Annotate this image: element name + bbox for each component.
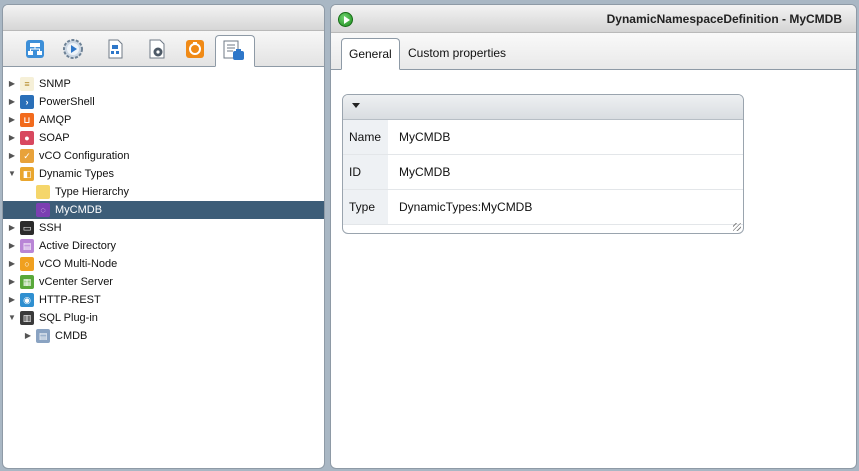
plugin-tree-tab-button[interactable] — [215, 35, 255, 67]
tree-item-label: SNMP — [39, 78, 71, 90]
tree-item-label: MyCMDB — [55, 204, 103, 216]
tab-custom-properties[interactable]: Custom properties — [401, 38, 513, 70]
tree-item-label: Type Hierarchy — [55, 186, 129, 198]
packages-tab-button[interactable] — [103, 37, 127, 61]
expand-right-icon[interactable]: ▶ — [23, 327, 33, 345]
tree-item-label: SSH — [39, 222, 62, 234]
soap-icon: ● — [20, 131, 34, 145]
property-row-id: ID MyCMDB — [343, 155, 743, 190]
expand-right-icon[interactable]: ▶ — [7, 111, 17, 129]
expand-right-icon[interactable]: ▶ — [7, 219, 17, 237]
inventory-panel: ▶ ≡ SNMP ▶ › PowerShell ▶ ⊔ AMQP ▶ ● SOAP ▶ ✓ vCO Conf… — [2, 4, 325, 469]
configuration-tab-button[interactable] — [145, 37, 169, 61]
sql-plugin-icon: ▥ — [20, 311, 34, 325]
property-value: MyCMDB — [399, 165, 451, 179]
expand-down-icon[interactable]: ▼ — [7, 309, 17, 327]
tree-item-type-hierarchy[interactable]: Type Hierarchy — [3, 183, 324, 201]
expand-right-icon[interactable]: ▶ — [7, 273, 17, 291]
tree-item-active-directory[interactable]: ▶ ▤ Active Directory — [3, 237, 324, 255]
tree-item-dynamic-types[interactable]: ▼ ◧ Dynamic Types — [3, 165, 324, 183]
view-toolbar — [3, 31, 324, 67]
run-icon[interactable] — [338, 12, 353, 27]
tree-item-amqp[interactable]: ▶ ⊔ AMQP — [3, 111, 324, 129]
expand-right-icon[interactable]: ▶ — [7, 75, 17, 93]
details-header: DynamicNamespaceDefinition - MyCMDB — [331, 5, 856, 33]
vcenter-icon: ▦ — [20, 275, 34, 289]
inventory-icon — [26, 40, 44, 58]
tree-item-vco-configuration[interactable]: ▶ ✓ vCO Configuration — [3, 147, 324, 165]
plugin-tree-icon — [223, 40, 244, 60]
expand-right-icon[interactable]: ▶ — [7, 129, 17, 147]
vco-config-icon: ✓ — [20, 149, 34, 163]
property-row-type: Type DynamicTypes:MyCMDB — [343, 190, 743, 225]
tree-item-label: AMQP — [39, 114, 72, 126]
tab-general[interactable]: General — [341, 38, 400, 70]
property-key: Name — [343, 120, 388, 154]
property-value: MyCMDB — [399, 130, 451, 144]
tree-item-mycmdb[interactable]: ◌ MyCMDB — [3, 201, 324, 219]
multinode-icon: ○ — [20, 257, 34, 271]
plugin-tree: ▶ ≡ SNMP ▶ › PowerShell ▶ ⊔ AMQP ▶ ● SOAP ▶ ✓ vCO Conf… — [3, 67, 324, 345]
properties-header — [343, 95, 743, 120]
settings-doc-icon — [149, 39, 165, 59]
expand-right-icon[interactable]: ▶ — [7, 255, 17, 273]
database-icon: ▤ — [36, 329, 50, 343]
properties-panel: Name MyCMDB ID MyCMDB Type DynamicTypes:… — [342, 94, 744, 234]
tree-item-label: PowerShell — [39, 96, 95, 108]
snmp-icon: ≡ — [20, 77, 34, 91]
resource-icon — [186, 40, 204, 58]
namespace-icon: ◌ — [36, 203, 50, 217]
tree-item-sql-plug-in[interactable]: ▼ ▥ SQL Plug-in — [3, 309, 324, 327]
tree-item-snmp[interactable]: ▶ ≡ SNMP — [3, 75, 324, 93]
property-row-name: Name MyCMDB — [343, 120, 743, 155]
folder-icon — [36, 185, 50, 199]
tree-item-vco-multi-node[interactable]: ▶ ○ vCO Multi-Node — [3, 255, 324, 273]
details-panel: DynamicNamespaceDefinition - MyCMDB Gene… — [330, 4, 857, 469]
property-value: DynamicTypes:MyCMDB — [399, 200, 533, 214]
inventory-panel-header — [3, 5, 324, 31]
powershell-icon: › — [20, 95, 34, 109]
tree-item-http-rest[interactable]: ▶ ◉ HTTP-REST — [3, 291, 324, 309]
tree-item-label: vCO Multi-Node — [39, 258, 118, 270]
tree-item-cmdb[interactable]: ▶ ▤ CMDB — [3, 327, 324, 345]
resources-tab-button[interactable] — [183, 37, 207, 61]
workflows-tab-button[interactable] — [61, 37, 85, 61]
property-key: Type — [343, 190, 388, 224]
tree-item-label: Active Directory — [39, 240, 117, 252]
tree-item-label: SOAP — [39, 132, 70, 144]
inventory-tab-button[interactable] — [23, 37, 47, 61]
details-tabs: General Custom properties — [331, 33, 856, 70]
tree-item-label: HTTP-REST — [39, 294, 101, 306]
expand-right-icon[interactable]: ▶ — [7, 237, 17, 255]
package-icon — [108, 39, 123, 59]
amqp-icon: ⊔ — [20, 113, 34, 127]
tree-item-ssh[interactable]: ▶ ▭ SSH — [3, 219, 324, 237]
tree-item-label: Dynamic Types — [39, 168, 114, 180]
dynamic-types-icon: ◧ — [20, 167, 34, 181]
workflow-gear-icon — [63, 39, 83, 59]
active-directory-icon: ▤ — [20, 239, 34, 253]
tree-item-powershell[interactable]: ▶ › PowerShell — [3, 93, 324, 111]
collapse-arrow-icon[interactable] — [352, 103, 360, 108]
expand-right-icon[interactable]: ▶ — [7, 291, 17, 309]
property-key: ID — [343, 155, 388, 189]
expand-right-icon[interactable]: ▶ — [7, 93, 17, 111]
expand-right-icon[interactable]: ▶ — [7, 147, 17, 165]
expand-down-icon[interactable]: ▼ — [7, 165, 17, 183]
tree-item-label: vCenter Server — [39, 276, 113, 288]
http-rest-icon: ◉ — [20, 293, 34, 307]
tree-item-label: SQL Plug-in — [39, 312, 98, 324]
tree-item-label: CMDB — [55, 330, 88, 342]
ssh-icon: ▭ — [20, 221, 34, 235]
tree-item-soap[interactable]: ▶ ● SOAP — [3, 129, 324, 147]
tree-item-label: vCO Configuration — [39, 150, 130, 162]
resize-grip-icon[interactable] — [733, 223, 741, 231]
tree-item-vcenter-server[interactable]: ▶ ▦ vCenter Server — [3, 273, 324, 291]
page-title: DynamicNamespaceDefinition - MyCMDB — [606, 12, 842, 26]
